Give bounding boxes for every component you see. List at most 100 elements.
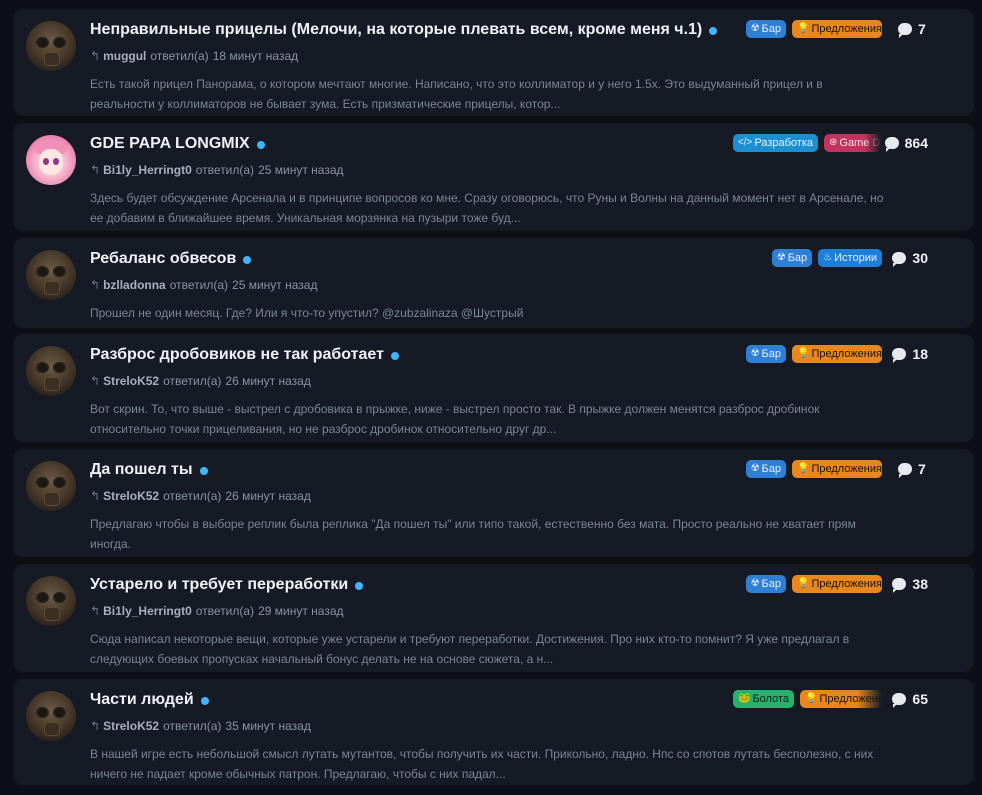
- radiation-icon: ☢: [776, 252, 786, 263]
- lightbulb-icon: 💡: [797, 23, 810, 34]
- topic-title[interactable]: Разброс дробовиков не так работает: [90, 346, 384, 364]
- reply-username[interactable]: Bi1ly_Herringt0: [103, 163, 192, 177]
- topic-title-row: Разброс дробовиков не так работает: [90, 346, 399, 364]
- reply-icon: ↰: [90, 163, 101, 177]
- reply-verb: ответил(а): [169, 278, 229, 292]
- tag-badge[interactable]: </> Разработка: [732, 134, 818, 152]
- topic-title[interactable]: GDE PAPA LONGMIX: [90, 135, 250, 153]
- topic-card[interactable]: GDE PAPA LONGMIX ↰ Bi1ly_Herringt0 ответил(…: [13, 123, 974, 231]
- reply-count: 18: [892, 346, 928, 363]
- lightbulb-icon: 💡: [805, 693, 818, 704]
- topic-card[interactable]: Части людей ↰ StreloK52 ответил(а) 35 минут …: [13, 679, 974, 785]
- topic-card[interactable]: Ребаланс обвесов ↰ bzlladonna ответил(а) 25 …: [13, 238, 974, 328]
- tag-badge[interactable]: ☢ Бар: [745, 575, 786, 593]
- reply-username[interactable]: StreloK52: [103, 719, 159, 733]
- unread-dot-icon: [199, 466, 208, 475]
- comment-icon: [892, 252, 907, 267]
- tag-label: Бар: [761, 463, 781, 475]
- tag-label: Бар: [761, 578, 781, 590]
- reply-username[interactable]: bzlladonna: [103, 278, 166, 292]
- last-reply-meta: ↰ StreloK52 ответил(а) 35 минут назад: [90, 719, 311, 733]
- unread-dot-icon: [709, 26, 718, 35]
- avatar[interactable]: [26, 461, 76, 511]
- avatar[interactable]: [26, 250, 76, 300]
- reply-verb: ответил(а): [150, 49, 209, 63]
- lightbulb-icon: 💡: [797, 463, 810, 474]
- tag-label: Предложения: [819, 693, 882, 705]
- tag-badge[interactable]: ♨ Истории: [818, 249, 882, 267]
- tag-badge[interactable]: 💡Предложения: [792, 20, 882, 38]
- topic-card[interactable]: Устарело и требует переработки ↰ Bi1ly_Her…: [13, 564, 974, 672]
- tag-badge[interactable]: 💡Предложения: [792, 575, 882, 593]
- topic-card[interactable]: Неправильные прицелы (Мелочи, на которые…: [13, 9, 974, 116]
- comment-icon: [898, 23, 912, 38]
- tag-badge[interactable]: 🐸 Болота: [733, 690, 794, 708]
- topic-tags: ☢ Бар 💡 Предложения: [745, 575, 882, 593]
- comment-icon: [892, 348, 907, 363]
- topic-tags: ☢ Бар ♨ Истории: [771, 249, 882, 267]
- tag-label: Бар: [761, 348, 781, 360]
- tag-label: Бар: [787, 252, 808, 264]
- reply-count-number: 864: [904, 135, 928, 151]
- tag-badge[interactable]: ☢ Бар: [745, 345, 786, 363]
- reply-username[interactable]: Bi1ly_Herringt0: [103, 604, 192, 618]
- reply-time: 26 минут назад: [225, 374, 311, 388]
- tag-label: Разработка: [754, 137, 813, 149]
- topic-card[interactable]: Разброс дробовиков не так работает ↰ Strel…: [13, 334, 974, 442]
- topic-title-row: Части людей: [90, 691, 209, 709]
- topic-title[interactable]: Устарело и требует переработки: [90, 576, 348, 594]
- comment-icon: [898, 463, 912, 478]
- reply-time: 29 минут назад: [258, 604, 344, 618]
- tag-badge[interactable]: 💡Предложения: [800, 690, 882, 708]
- avatar[interactable]: [26, 691, 76, 741]
- radiation-icon: ☢: [750, 578, 760, 589]
- reply-icon: ↰: [90, 489, 101, 503]
- reply-count-number: 7: [918, 21, 926, 37]
- radiation-icon: ☢: [750, 23, 760, 34]
- tag-label: Предложения: [811, 348, 882, 360]
- tag-badge[interactable]: 💡Предложения: [792, 345, 882, 363]
- topic-tags: 🐸Болота 💡Предложения: [733, 690, 882, 708]
- tag-badge[interactable]: ☢ Бар: [771, 249, 813, 267]
- reply-time: 18 минут назад: [212, 49, 299, 63]
- tag-badge[interactable]: ☢ Бар: [745, 460, 786, 478]
- topic-title[interactable]: Ребаланс обвесов: [90, 250, 236, 268]
- topic-excerpt: Здесь будет обсуждение Арсенала и в прин…: [90, 191, 884, 225]
- topic-card[interactable]: Да пошел ты ↰ StreloK52 ответил(а) 26 минут …: [13, 449, 974, 557]
- avatar[interactable]: [26, 135, 76, 185]
- avatar[interactable]: [26, 576, 76, 626]
- avatar[interactable]: [26, 21, 76, 71]
- reply-count-number: 30: [912, 250, 928, 266]
- tag-badge[interactable]: ⊛ Game D: [824, 134, 882, 152]
- reply-username[interactable]: muggul: [103, 49, 146, 63]
- topic-title-row: Ребаланс обвесов: [90, 250, 252, 268]
- reply-count: 7: [898, 461, 928, 478]
- unread-dot-icon: [200, 696, 209, 705]
- lightbulb-icon: 💡: [797, 348, 810, 359]
- reply-verb: ответил(а): [163, 374, 222, 388]
- tag-badge[interactable]: ☢ Бар: [745, 20, 786, 38]
- topic-tags: </> Разработка ⊛ Game D: [732, 134, 882, 152]
- reply-username[interactable]: StreloK52: [103, 489, 159, 503]
- topic-title[interactable]: Части людей: [90, 691, 194, 709]
- avatar[interactable]: [26, 346, 76, 396]
- topic-title[interactable]: Неправильные прицелы (Мелочи, на которые…: [90, 21, 702, 39]
- reply-username[interactable]: StreloK52: [103, 374, 159, 388]
- reply-count-number: 18: [912, 346, 928, 362]
- topic-excerpt: В нашей игре есть небольшой смысл лутать…: [90, 747, 874, 781]
- reply-icon: ↰: [90, 604, 101, 618]
- topic-title[interactable]: Да пошел ты: [90, 461, 193, 479]
- frog-icon: 🐸: [738, 693, 751, 704]
- topic-excerpt: Вот скрин. То, что выше - выстрел с дроб…: [90, 402, 820, 436]
- reply-icon: ↰: [90, 719, 101, 733]
- lightbulb-icon: 💡: [797, 578, 810, 589]
- unread-dot-icon: [390, 351, 399, 360]
- topic-excerpt: Есть такой прицел Панорама, о котором ме…: [90, 77, 823, 111]
- tag-label: Болота: [752, 693, 789, 705]
- topic-title-row: Неправильные прицелы (Мелочи, на которые…: [90, 21, 718, 39]
- reply-icon: ↰: [90, 49, 101, 63]
- unread-dot-icon: [243, 255, 252, 264]
- comment-icon: [884, 137, 899, 152]
- reply-time: 35 минут назад: [225, 719, 311, 733]
- tag-badge[interactable]: 💡Предложения: [792, 460, 882, 478]
